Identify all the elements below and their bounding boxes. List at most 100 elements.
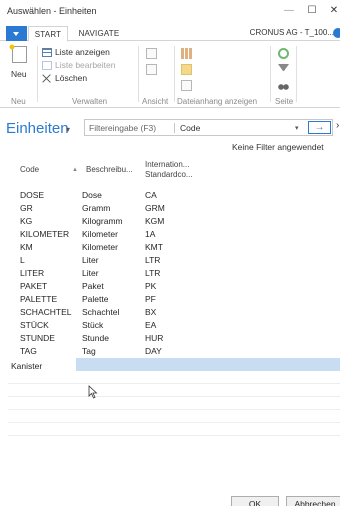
chart-icon[interactable] [181,48,192,59]
file-menu-button[interactable] [6,26,27,41]
empty-row[interactable] [8,423,340,436]
cell-code: TAG [20,346,37,356]
cell-international-code: LTR [145,268,161,278]
empty-row[interactable] [8,397,340,410]
table-row[interactable]: KM Kilometer KMT [0,241,340,254]
new-row[interactable] [0,358,340,371]
table-row[interactable]: L Liter LTR [0,254,340,267]
column-header-code[interactable]: Code [20,165,39,175]
list-view-button[interactable]: Liste anzeigen [42,47,110,57]
empty-row[interactable] [8,384,340,397]
title-bar: Auswählen - Einheiten — ☐ ✕ [0,0,340,22]
cell-description: Kilogramm [82,216,123,226]
table-row[interactable]: KG Kilogramm KGM [0,215,340,228]
chevron-down-icon[interactable]: ▾ [295,124,299,132]
cell-international-code: EA [145,320,157,330]
expand-icon[interactable]: › [336,120,339,131]
cell-international-code: DAY [145,346,162,356]
cell-description: Dose [82,190,102,200]
cell-international-code: PF [145,294,156,304]
find-icon[interactable] [278,80,289,91]
table-row[interactable]: SCHACHTEL Schachtel BX [0,306,340,319]
cell-international-code: 1A [145,229,156,239]
company-name[interactable]: CRONUS AG - T_100... [250,28,334,37]
cell-code: PAKET [20,281,48,291]
close-button[interactable]: ✕ [323,3,340,19]
attachment-icon[interactable] [181,64,192,75]
code-input[interactable] [11,360,75,371]
refresh-icon[interactable] [278,48,289,59]
list-edit-button[interactable]: Liste bearbeiten [42,60,116,70]
cancel-button[interactable]: Abbrechen [286,496,340,506]
empty-row[interactable] [8,371,340,384]
cell-international-code: HUR [145,333,164,343]
window-title: Auswählen - Einheiten [7,6,97,16]
cell-code: L [20,255,25,265]
page-title[interactable]: Einheiten [6,120,69,137]
delete-button[interactable]: Löschen [42,73,87,83]
mouse-cursor-icon [88,385,98,399]
ok-button[interactable]: OK [231,496,279,506]
new-button-label: Neu [11,69,27,79]
filter-input[interactable] [89,122,169,133]
cell-international-code: CA [145,190,157,200]
help-icon[interactable] [333,28,340,38]
group-divider [174,46,175,102]
filter-field-select[interactable]: Code [180,123,200,133]
group-divider [296,46,297,102]
cell-code: DOSE [20,190,45,200]
group-divider [270,46,271,102]
cell-international-code: KMT [145,242,163,252]
column-header-description[interactable]: Beschreibu... [86,165,133,175]
cell-code: KILOMETER [20,229,70,239]
title-chevron-icon[interactable]: ▾ [66,125,70,134]
table-row[interactable]: TAG Tag DAY [0,345,340,358]
view-icon[interactable] [146,48,157,59]
table-body: DOSE Dose CA GR Gramm GRM KG Kilogramm KGM KILOME… [0,189,340,436]
table-row[interactable]: KILOMETER Kilometer 1A [0,228,340,241]
cell-code: LITER [20,268,45,278]
table-row[interactable]: GR Gramm GRM [0,202,340,215]
cell-code: SCHACHTEL [20,307,72,317]
cell-description: Gramm [82,203,111,213]
filter-divider [174,123,175,133]
cell-description: Kilometer [82,242,118,252]
table-row[interactable]: DOSE Dose CA [0,189,340,202]
group-divider [138,46,139,102]
tab-navigate[interactable]: NAVIGATE [74,26,124,42]
view-list-icon[interactable] [146,64,157,75]
new-document-icon [8,43,27,63]
table-row[interactable]: LITER Liter LTR [0,267,340,280]
group-label-seite: Seite [275,97,294,106]
column-header-international-code[interactable]: Internation... Standardco... [145,160,205,180]
cell-description: Liter [82,268,99,278]
tab-start[interactable]: START [28,26,68,42]
maximize-button[interactable]: ☐ [301,3,323,19]
cell-description: Kilometer [82,229,118,239]
minimize-button[interactable]: — [278,3,300,19]
cell-international-code: KGM [145,216,165,226]
filter-bar: Code ▾ → [84,119,333,136]
cell-code: STUNDE [20,333,55,343]
group-label-verwalten: Verwalten [72,97,108,106]
table-row[interactable]: PAKET Paket PK [0,280,340,293]
table-row[interactable]: PALETTE Palette PF [0,293,340,306]
ribbon: Neu Neu Liste anzeigen Liste bearbeiten … [0,42,340,108]
document-icon[interactable] [181,80,192,91]
cell-description: Stück [82,320,104,330]
cell-description: Liter [82,255,99,265]
group-label-neu: Neu [11,97,26,106]
apply-filter-button[interactable]: → [308,121,331,134]
cell-description: Paket [82,281,104,291]
group-label-attachment: Dateianhang anzeigen [177,97,258,106]
cell-code: STÜCK [20,320,49,330]
cell-code: GR [20,203,33,213]
cell-international-code: LTR [145,255,161,265]
clear-filter-icon[interactable] [278,64,289,75]
empty-row[interactable] [8,410,340,423]
table-row[interactable]: STUNDE Stunde HUR [0,332,340,345]
ribbon-tab-row: START NAVIGATE CRONUS AG - T_100... [0,26,340,42]
filter-status: Keine Filter angewendet [232,142,324,152]
table-row[interactable]: STÜCK Stück EA [0,319,340,332]
code-cell-editor[interactable] [8,358,76,371]
